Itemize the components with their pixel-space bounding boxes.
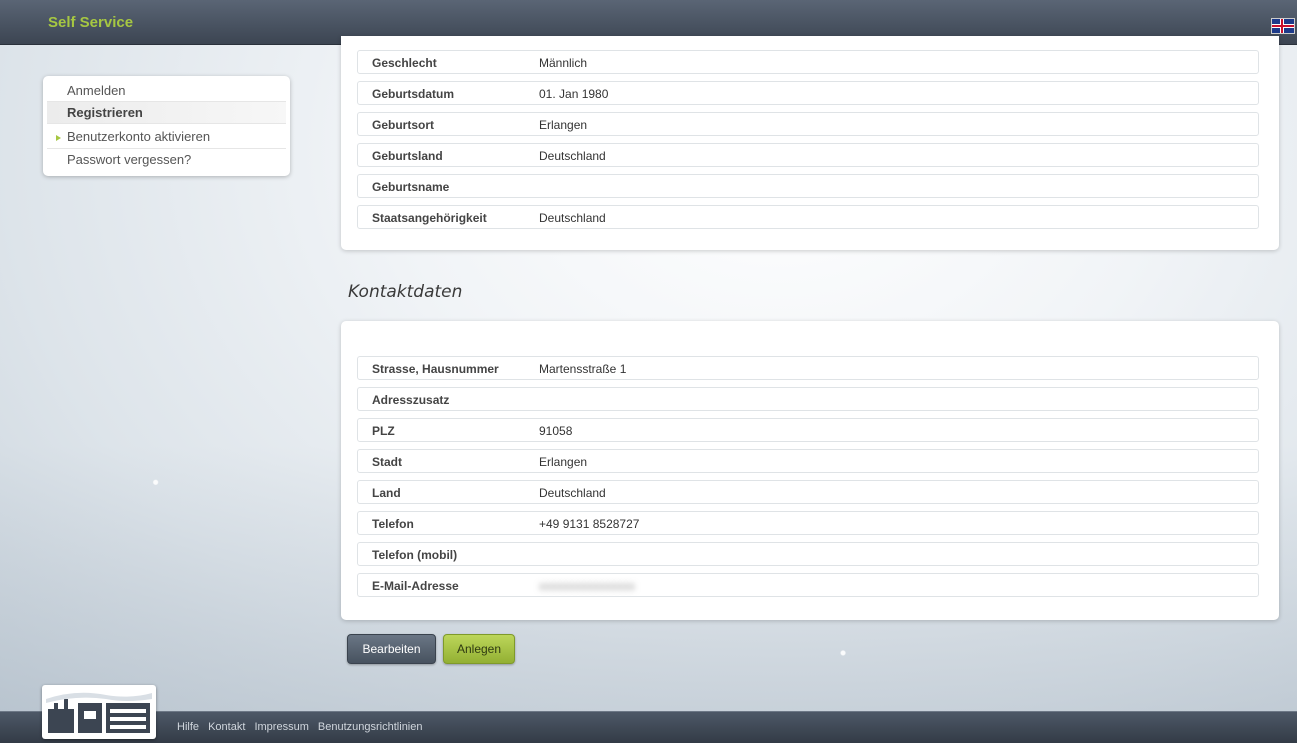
field-label: Stadt xyxy=(372,455,402,469)
data-row-geburtsname: Geburtsname xyxy=(357,174,1259,198)
uk-flag-icon[interactable] xyxy=(1271,18,1295,34)
footer-link-hilfe[interactable]: Hilfe xyxy=(177,721,199,733)
data-row-adresszusatz: Adresszusatz xyxy=(357,387,1259,411)
footer-link-kontakt[interactable]: Kontakt xyxy=(208,721,245,733)
field-label: Staatsangehörigkeit xyxy=(372,211,487,225)
field-label: Strasse, Hausnummer xyxy=(372,362,499,376)
field-value: 91058 xyxy=(539,424,573,438)
field-value: Erlangen xyxy=(539,455,588,469)
sidebar-item-label: Registrieren xyxy=(67,105,143,120)
sidebar-item-passwort-vergessen[interactable]: Passwort vergessen? xyxy=(47,149,286,171)
edit-button[interactable]: Bearbeiten xyxy=(347,634,436,664)
data-row-telefon: Telefon +49 9131 8528727 xyxy=(357,511,1259,535)
field-label: Adresszusatz xyxy=(372,393,450,407)
field-label: Geburtsname xyxy=(372,180,450,194)
sidebar-item-label: Benutzerkonto aktivieren xyxy=(67,129,211,144)
logo-graphic xyxy=(46,689,152,735)
field-value: Erlangen xyxy=(539,118,588,132)
app-title[interactable]: Self Service xyxy=(48,14,133,31)
sidebar-item-label: Anmelden xyxy=(67,83,126,98)
data-row-geburtsort: Geburtsort Erlangen xyxy=(357,112,1259,136)
field-label: Geburtsland xyxy=(372,149,443,163)
footer-link-benutzungsrichtlinien[interactable]: Benutzungsrichtlinien xyxy=(318,721,423,733)
field-value: Deutschland xyxy=(539,149,606,163)
field-value-redacted: xxxxxxxxxxxxxxxx xyxy=(539,579,635,593)
sidebar-menu: Anmelden Registrieren Benutzerkonto akti… xyxy=(43,76,290,176)
data-row-stadt: Stadt Erlangen xyxy=(357,449,1259,473)
section-title-kontaktdaten: Kontaktdaten xyxy=(348,282,463,302)
field-value: +49 9131 8528727 xyxy=(539,517,640,531)
field-label: Telefon (mobil) xyxy=(372,548,458,562)
sidebar-item-anmelden[interactable]: Anmelden xyxy=(47,80,286,102)
sidebar-item-label: Passwort vergessen? xyxy=(67,152,192,167)
field-value: 01. Jan 1980 xyxy=(539,87,609,101)
data-row-telefon-mobil: Telefon (mobil) xyxy=(357,542,1259,566)
personal-data-panel: Geschlecht Männlich Geburtsdatum 01. Jan… xyxy=(341,36,1279,250)
field-label: Geburtsort xyxy=(372,118,435,132)
field-label: E-Mail-Adresse xyxy=(372,579,459,593)
footer-link-impressum[interactable]: Impressum xyxy=(254,721,308,733)
data-row-geburtsdatum: Geburtsdatum 01. Jan 1980 xyxy=(357,81,1259,105)
data-row-strasse: Strasse, Hausnummer Martensstraße 1 xyxy=(357,356,1259,380)
data-row-geburtsland: Geburtsland Deutschland xyxy=(357,143,1259,167)
data-row-email: E-Mail-Adresse xxxxxxxxxxxxxxxx xyxy=(357,573,1259,597)
field-value: Deutschland xyxy=(539,211,606,225)
data-row-plz: PLZ 91058 xyxy=(357,418,1259,442)
field-value: Männlich xyxy=(539,56,588,70)
field-label: Land xyxy=(372,486,401,500)
sidebar-item-benutzerkonto-aktivieren[interactable]: Benutzerkonto aktivieren xyxy=(47,127,286,149)
university-logo[interactable] xyxy=(42,685,156,739)
create-button[interactable]: Anlegen xyxy=(443,634,515,664)
field-value: Martensstraße 1 xyxy=(539,362,627,376)
data-row-land: Land Deutschland xyxy=(357,480,1259,504)
footer-bar: Hilfe Kontakt Impressum Benutzungsrichtl… xyxy=(0,711,1297,743)
data-row-geschlecht: Geschlecht Männlich xyxy=(357,50,1259,74)
arrow-right-icon xyxy=(56,135,61,141)
footer-links: Hilfe Kontakt Impressum Benutzungsrichtl… xyxy=(177,721,429,733)
contact-data-panel: Strasse, Hausnummer Martensstraße 1 Adre… xyxy=(341,321,1279,620)
field-label: Geburtsdatum xyxy=(372,87,455,101)
field-label: PLZ xyxy=(372,424,395,438)
data-row-staatsangehoerigkeit: Staatsangehörigkeit Deutschland xyxy=(357,205,1259,229)
sidebar-item-registrieren[interactable]: Registrieren xyxy=(47,102,286,124)
field-label: Telefon xyxy=(372,517,414,531)
field-label: Geschlecht xyxy=(372,56,437,70)
field-value: Deutschland xyxy=(539,486,606,500)
